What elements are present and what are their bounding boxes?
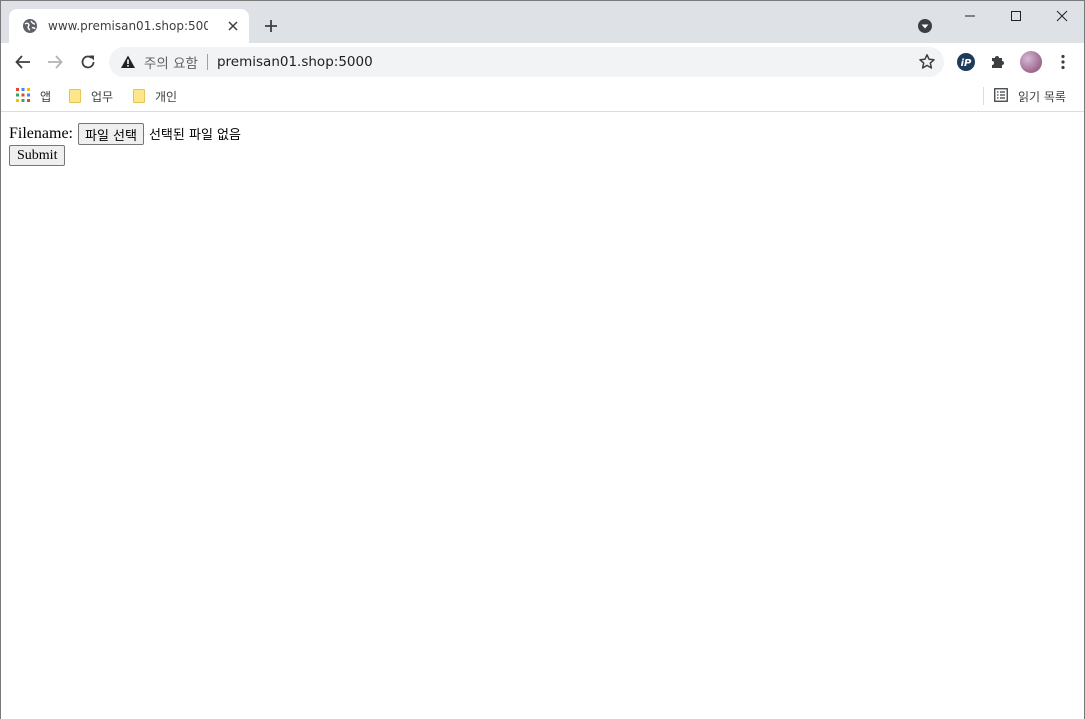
- new-tab-button[interactable]: [261, 16, 281, 36]
- bookmark-star-icon[interactable]: [918, 53, 936, 71]
- close-tab-icon[interactable]: [225, 18, 241, 34]
- close-window-button[interactable]: [1039, 1, 1085, 31]
- security-warning-text[interactable]: 주의 요함: [144, 52, 198, 72]
- bookmark-label: 개인: [155, 89, 178, 104]
- filename-label: Filename:: [9, 124, 73, 142]
- no-file-chosen-text: 선택된 파일 없음: [148, 128, 241, 143]
- upload-form: Filename: 파일 선택 선택된 파일 없음 Submit: [9, 122, 241, 166]
- bookmark-label: 업무: [91, 89, 114, 104]
- bookmark-folder-work[interactable]: 업무: [69, 86, 113, 106]
- tab-title: www.premisan01.shop:5000: [48, 19, 208, 33]
- ip-extension-icon[interactable]: iP: [956, 52, 976, 72]
- reading-list-button[interactable]: 읽기 목록: [994, 86, 1066, 106]
- browser-tab[interactable]: www.premisan01.shop:5000: [9, 9, 249, 43]
- bookmarks-bar: 앱 업무 개인 읽기 목록: [1, 81, 1084, 112]
- tab-strip: www.premisan01.shop:5000: [1, 1, 1084, 43]
- warning-icon[interactable]: [120, 54, 136, 70]
- folder-icon: [69, 89, 81, 103]
- browser-toolbar: 주의 요함 premisan01.shop:5000 iP: [1, 43, 1084, 81]
- back-arrow-icon[interactable]: [12, 51, 34, 73]
- submit-button[interactable]: Submit: [9, 145, 66, 166]
- file-row: Filename: 파일 선택 선택된 파일 없음: [9, 122, 241, 145]
- reload-icon[interactable]: [77, 51, 99, 73]
- more-menu-icon[interactable]: [1055, 52, 1071, 72]
- tab-search-icon[interactable]: [916, 17, 934, 35]
- bookmarks-divider: [983, 87, 984, 105]
- bookmark-folder-personal[interactable]: 개인: [133, 86, 177, 106]
- url-text[interactable]: premisan01.shop:5000: [217, 54, 373, 70]
- profile-avatar[interactable]: [1020, 51, 1042, 73]
- bookmark-apps[interactable]: 앱: [16, 86, 51, 106]
- reading-list-icon: [994, 87, 1008, 105]
- maximize-button[interactable]: [993, 1, 1039, 31]
- folder-icon: [133, 89, 145, 103]
- svg-text:iP: iP: [961, 58, 972, 69]
- bookmark-label: 앱: [40, 89, 52, 104]
- globe-icon: [22, 18, 38, 34]
- address-bar[interactable]: 주의 요함 premisan01.shop:5000: [109, 47, 944, 77]
- forward-arrow-icon[interactable]: [44, 51, 66, 73]
- minimize-button[interactable]: [947, 1, 993, 31]
- reading-list-label: 읽기 목록: [1018, 89, 1066, 104]
- browser-window: www.premisan01.shop:5000 주의 요함 premisan0…: [0, 0, 1085, 719]
- page-content: Filename: 파일 선택 선택된 파일 없음 Submit: [1, 112, 1084, 719]
- choose-file-button[interactable]: 파일 선택: [77, 122, 144, 145]
- extensions-puzzle-icon[interactable]: [988, 52, 1008, 72]
- apps-grid-icon: [16, 87, 30, 105]
- omnibox-separator: [206, 54, 208, 70]
